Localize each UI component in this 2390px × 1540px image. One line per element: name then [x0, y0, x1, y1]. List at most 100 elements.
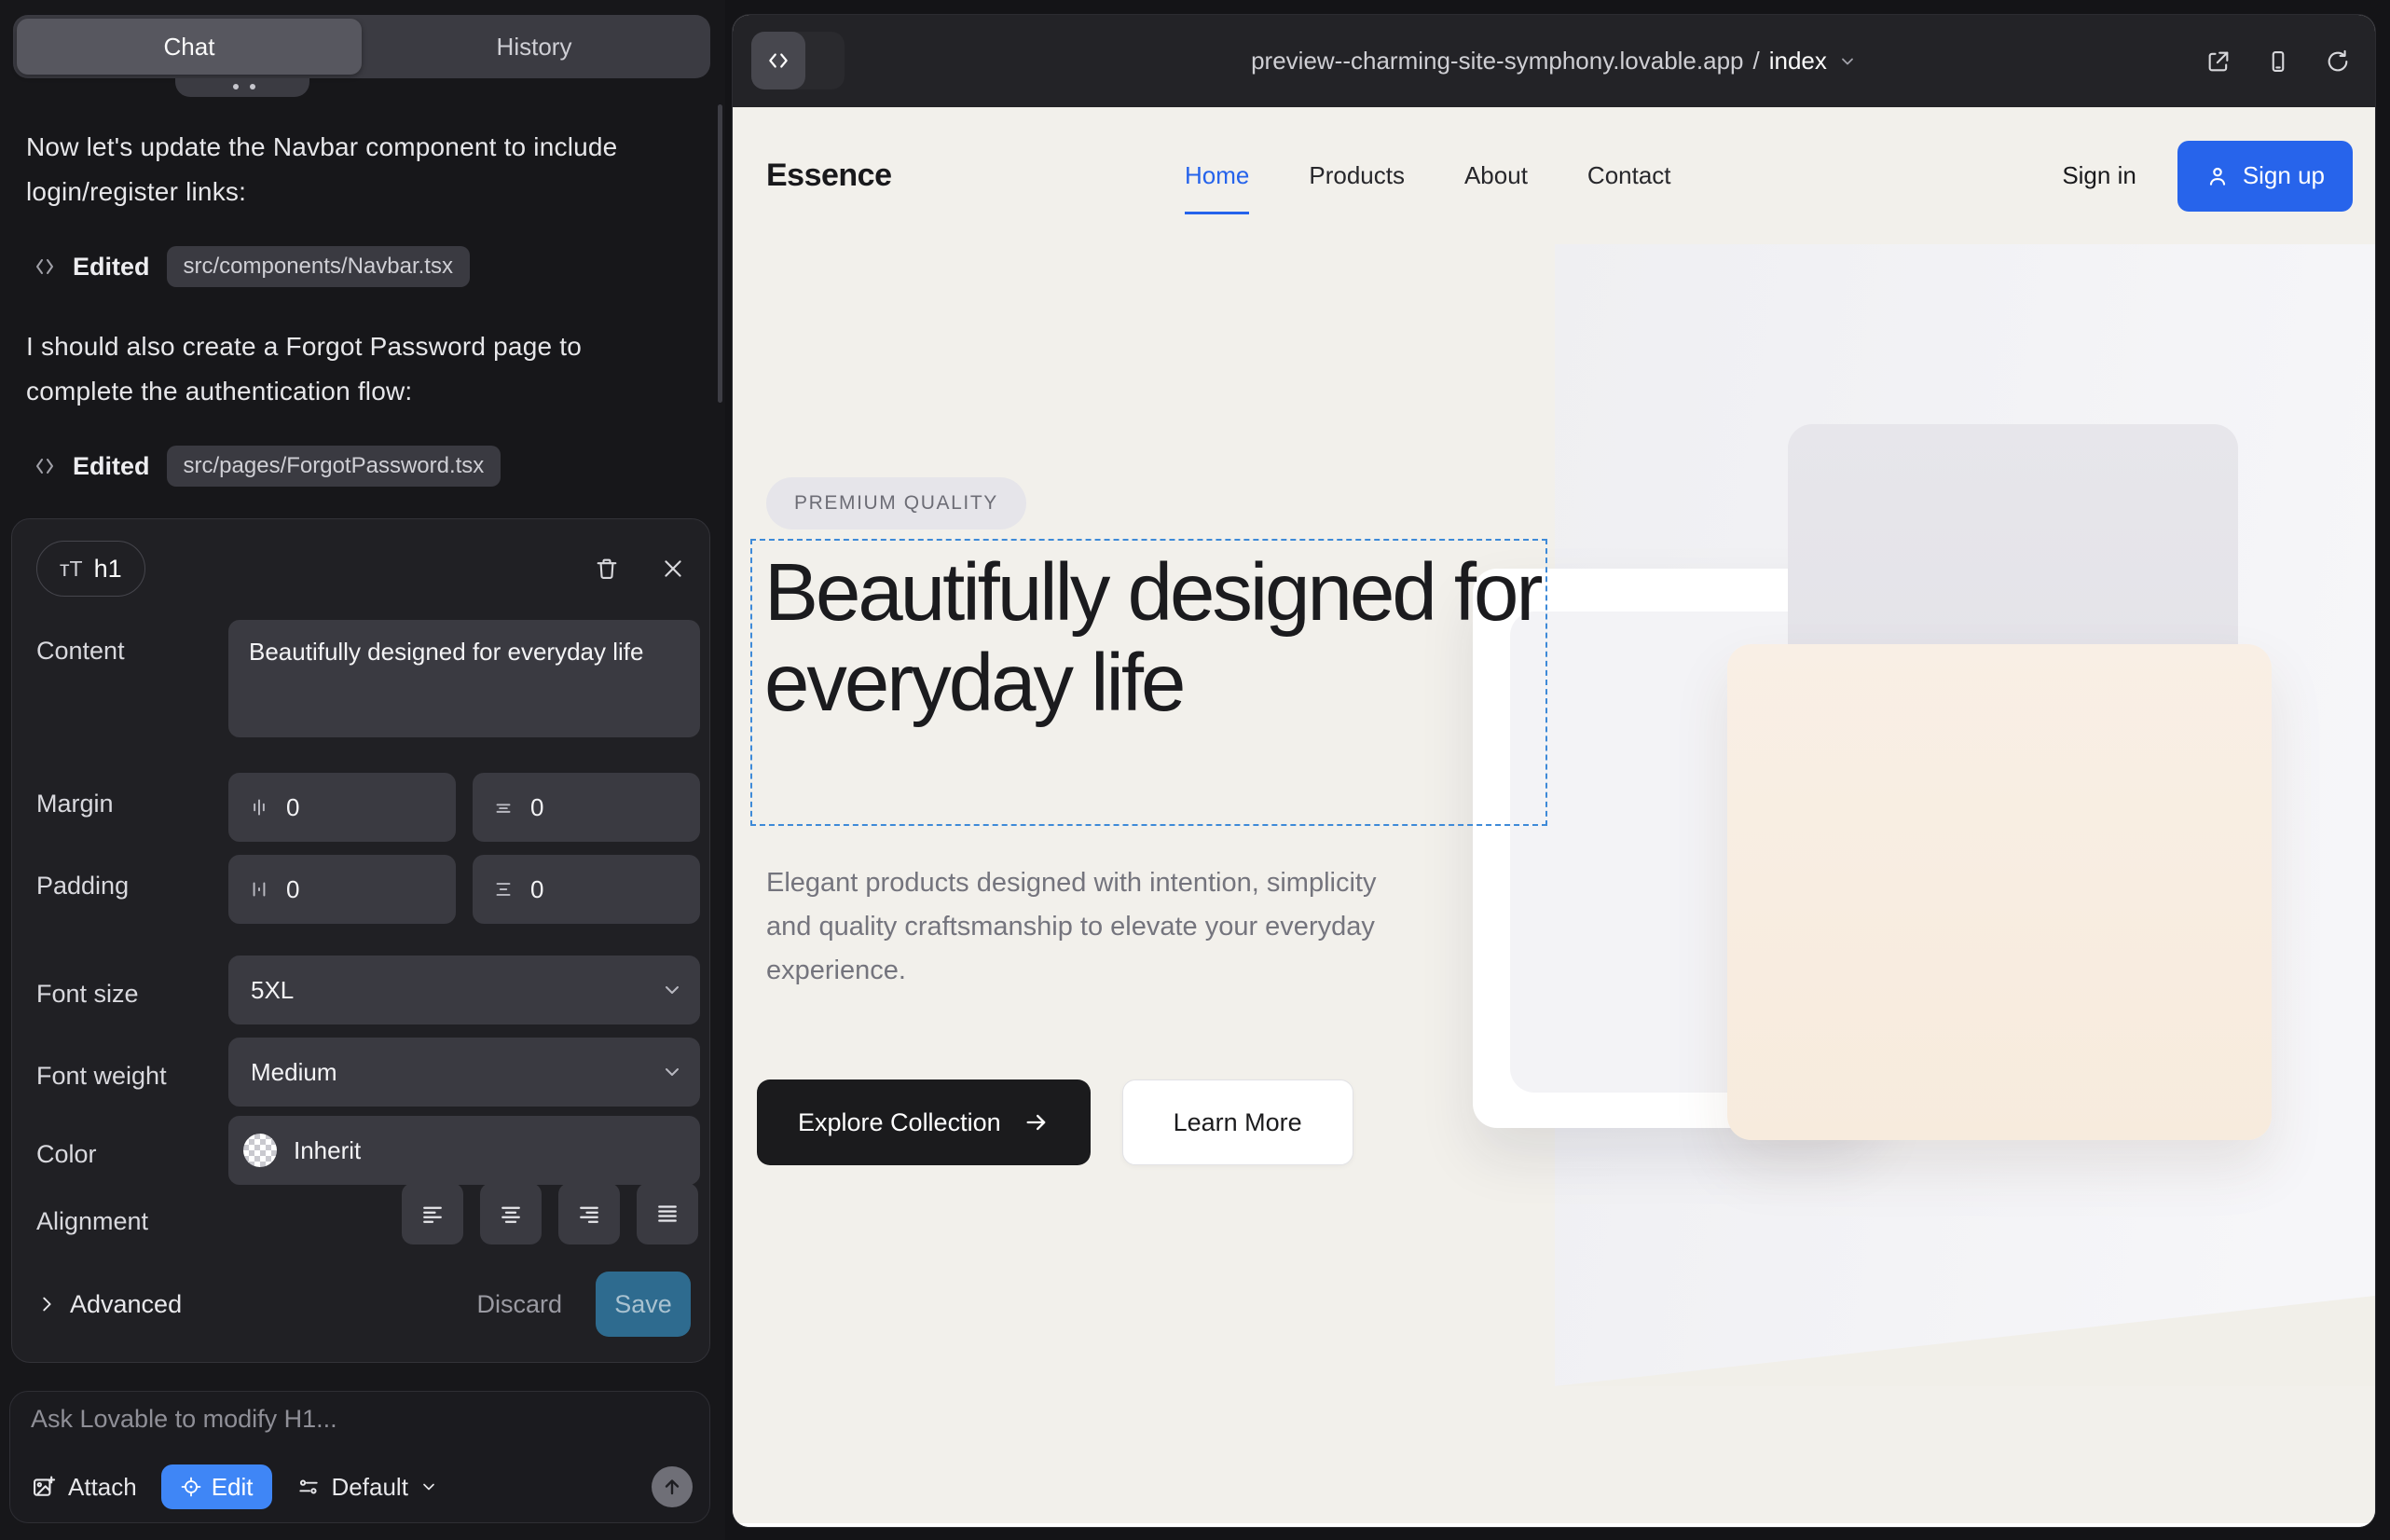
mode-label: Default [332, 1473, 408, 1502]
padding-label: Padding [36, 872, 129, 901]
hero-heading[interactable]: Beautifully designed for everyday life [764, 548, 1557, 728]
url-bar: preview--charming-site-symphony.lovable.… [733, 15, 2375, 107]
browser-chrome: preview--charming-site-symphony.lovable.… [733, 15, 2375, 107]
attach-button[interactable]: Attach [31, 1473, 137, 1502]
preview-window: preview--charming-site-symphony.lovable.… [733, 15, 2375, 1527]
tab-history[interactable]: History [362, 19, 707, 75]
content-label: Content [36, 637, 125, 666]
hero-card-cream [1727, 644, 2272, 1140]
user-icon [2205, 164, 2230, 188]
margin-x-value: 0 [286, 793, 299, 822]
edited-file-chip[interactable]: src/pages/ForgotPassword.tsx [167, 446, 501, 487]
padding-vertical-icon [491, 877, 515, 901]
nav-link-home[interactable]: Home [1185, 161, 1249, 190]
assistant-message: I should also create a Forgot Password p… [26, 324, 688, 414]
font-size-label: Font size [36, 980, 139, 1009]
delete-element-button[interactable] [594, 556, 620, 582]
align-right-button[interactable] [558, 1183, 620, 1244]
attach-label: Attach [68, 1473, 137, 1502]
assistant-message: Now let's update the Navbar component to… [26, 125, 688, 214]
advanced-toggle[interactable]: Advanced [36, 1290, 182, 1319]
close-editor-button[interactable] [661, 557, 685, 581]
edit-target-icon [180, 1476, 202, 1498]
mode-selector[interactable]: Default [296, 1473, 438, 1502]
code-icon [751, 32, 805, 89]
edit-mode-button[interactable]: Edit [161, 1464, 272, 1509]
edited-file-chip[interactable]: src/components/Navbar.tsx [167, 246, 470, 287]
chevron-right-icon [36, 1294, 57, 1314]
align-justify-button[interactable] [637, 1183, 698, 1244]
save-button[interactable]: Save [596, 1272, 691, 1337]
content-input[interactable]: Beautifully designed for everyday life [228, 620, 700, 737]
editor-footer: Advanced Discard Save [36, 1271, 691, 1338]
pill-dot [233, 84, 239, 89]
color-swatch [243, 1134, 277, 1167]
send-arrow-icon [661, 1476, 683, 1498]
site-logo[interactable]: Essence [766, 158, 892, 194]
advanced-label: Advanced [70, 1290, 182, 1319]
margin-horizontal-icon [247, 795, 271, 819]
open-external-button[interactable] [2205, 48, 2232, 75]
nav-link-contact[interactable]: Contact [1587, 161, 1671, 190]
chevron-down-icon [1838, 52, 1857, 71]
padding-y-field[interactable]: 0 [473, 855, 700, 924]
arrow-right-icon [1023, 1109, 1050, 1135]
margin-x-field[interactable]: 0 [228, 773, 456, 842]
pill-dot [250, 84, 255, 89]
app: Chat History Now let's update the Navbar… [0, 0, 2390, 1540]
font-size-select[interactable]: 5XL [228, 956, 700, 1024]
learn-more-button[interactable]: Learn More [1122, 1079, 1353, 1165]
chevron-down-icon [419, 1478, 438, 1496]
color-field[interactable]: Inherit [228, 1116, 700, 1185]
chat-composer: Attach Edit Default [9, 1391, 710, 1523]
margin-y-field[interactable]: 0 [473, 773, 700, 842]
nav-link-products[interactable]: Products [1309, 161, 1405, 190]
font-weight-select[interactable]: Medium [228, 1038, 700, 1107]
type-icon: тT [60, 557, 83, 582]
font-size-value: 5XL [251, 976, 294, 1005]
alignment-buttons [402, 1183, 698, 1244]
font-weight-label: Font weight [36, 1062, 167, 1091]
chevron-down-icon [661, 1061, 683, 1083]
chat-input[interactable] [31, 1405, 683, 1448]
font-weight-value: Medium [251, 1058, 337, 1087]
padding-x-value: 0 [286, 875, 299, 904]
align-left-button[interactable] [402, 1183, 463, 1244]
element-tag-pill[interactable]: тT h1 [36, 541, 145, 597]
edited-file-row[interactable]: Edited src/pages/ForgotPassword.tsx [34, 444, 501, 488]
site-navbar: Essence Home Products About Contact Sign… [733, 107, 2375, 244]
chrome-actions [2205, 15, 2351, 107]
edited-label: Edited [73, 253, 150, 282]
code-view-toggle[interactable] [751, 32, 845, 89]
sign-in-link[interactable]: Sign in [2062, 161, 2136, 190]
chat-scrollbar[interactable] [718, 104, 722, 403]
padding-x-field[interactable]: 0 [228, 855, 456, 924]
color-value: Inherit [294, 1136, 361, 1165]
send-button[interactable] [652, 1466, 693, 1507]
nav-link-about[interactable]: About [1464, 161, 1528, 190]
site-nav-links: Home Products About Contact [1185, 161, 1671, 190]
refresh-button[interactable] [2325, 48, 2351, 75]
section-below-hero [733, 1523, 2375, 1527]
align-center-button[interactable] [480, 1183, 542, 1244]
settings-sliders-icon [296, 1475, 321, 1499]
explore-collection-label: Explore Collection [798, 1108, 1001, 1137]
edited-label: Edited [73, 452, 150, 481]
scrolled-message-pill [175, 78, 309, 97]
margin-vertical-icon [491, 795, 515, 819]
edited-file-row[interactable]: Edited src/components/Navbar.tsx [34, 244, 470, 289]
sign-up-label: Sign up [2243, 161, 2325, 190]
url-host: preview--charming-site-symphony.lovable.… [1251, 47, 1743, 76]
discard-button[interactable]: Discard [476, 1290, 562, 1319]
hero-description: Elegant products designed with intention… [766, 861, 1389, 993]
auth-links: Sign in Sign up [2062, 141, 2353, 212]
explore-collection-button[interactable]: Explore Collection [757, 1079, 1091, 1165]
padding-horizontal-icon [247, 877, 271, 901]
attach-image-icon [31, 1474, 57, 1500]
url-path: index [1769, 47, 1827, 76]
sign-up-button[interactable]: Sign up [2177, 141, 2353, 212]
mobile-preview-button[interactable] [2265, 48, 2291, 75]
hero-section: PREMIUM QUALITY Beautifully designed for… [733, 244, 2375, 1386]
tab-chat[interactable]: Chat [17, 19, 362, 75]
premium-badge: PREMIUM QUALITY [766, 477, 1026, 529]
